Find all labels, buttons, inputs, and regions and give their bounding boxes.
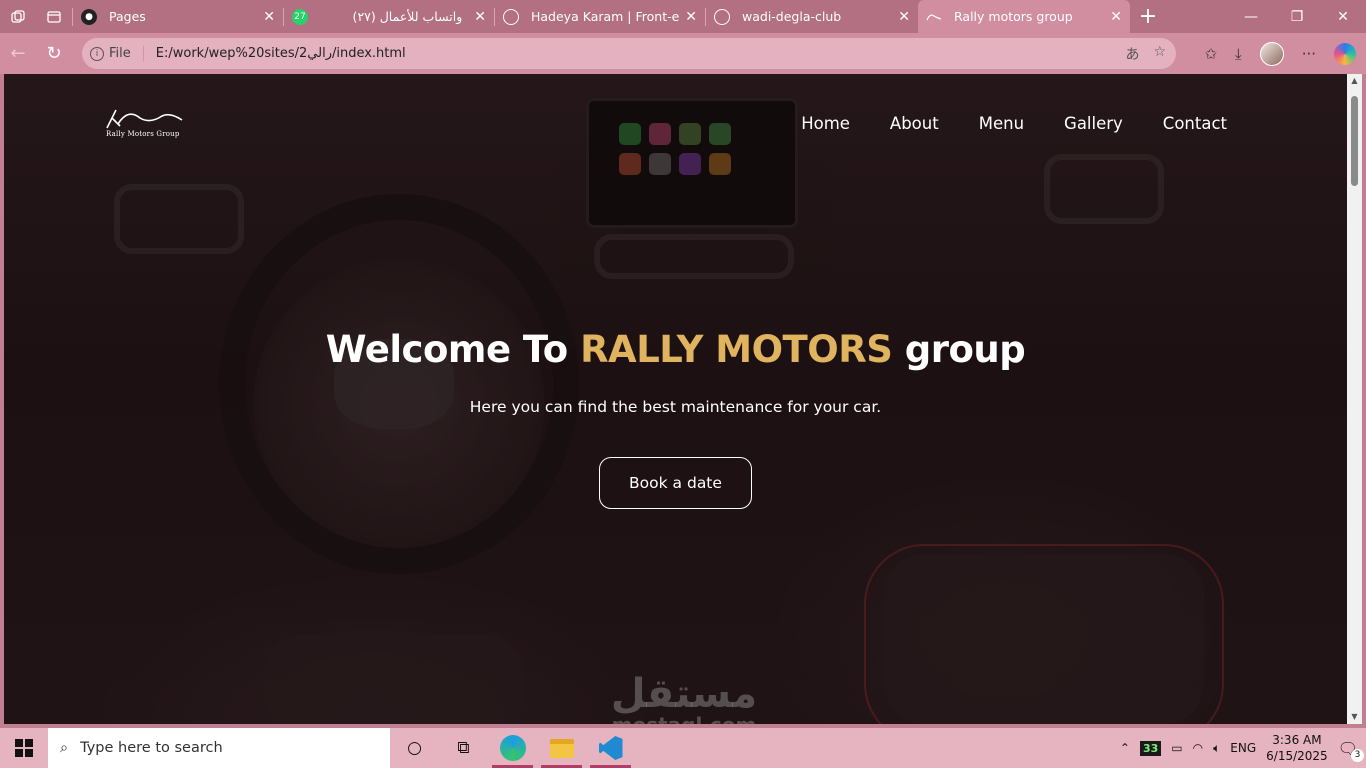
copilot-icon[interactable] bbox=[1334, 42, 1356, 65]
window-border bbox=[1362, 74, 1366, 724]
site-info-chip[interactable]: i File bbox=[90, 46, 144, 61]
volume-icon[interactable]: 🔈︎ bbox=[1213, 741, 1220, 756]
favorite-star-icon[interactable]: ☆ bbox=[1153, 44, 1166, 64]
wifi-icon[interactable]: ◠ bbox=[1193, 741, 1203, 755]
battery-icon[interactable]: ▭ bbox=[1171, 741, 1182, 755]
tab-hadeya-karam[interactable]: Hadeya Karam | Front-end D ✕ bbox=[495, 0, 705, 33]
logo-text: Rally Motors Group bbox=[106, 130, 180, 138]
clock-time: 3:36 AM bbox=[1272, 733, 1322, 747]
windows-start-icon[interactable] bbox=[0, 728, 48, 768]
tab-title: Pages bbox=[109, 9, 146, 24]
site-logo[interactable]: Rally Motors Group bbox=[104, 106, 184, 140]
close-tab-icon[interactable]: ✕ bbox=[263, 9, 275, 25]
nav-gallery[interactable]: Gallery bbox=[1064, 114, 1123, 133]
scroll-thumb[interactable] bbox=[1351, 96, 1358, 186]
scroll-up-icon[interactable]: ▲ bbox=[1347, 74, 1362, 88]
info-icon: i bbox=[90, 46, 104, 61]
hero-title: Welcome To RALLY MOTORS group bbox=[4, 328, 1347, 371]
refresh-icon[interactable]: ↻ bbox=[36, 33, 72, 74]
close-tab-icon[interactable]: ✕ bbox=[474, 9, 486, 25]
close-tab-icon[interactable]: ✕ bbox=[1110, 9, 1122, 25]
restore-icon[interactable]: ❐ bbox=[1274, 0, 1320, 33]
hero-title-end: group bbox=[892, 328, 1026, 371]
watermark-arabic: مستقل bbox=[610, 671, 758, 717]
file-explorer-icon[interactable] bbox=[537, 728, 586, 768]
tab-rally-motors-group[interactable]: Rally motors group ✕ bbox=[918, 0, 1130, 33]
github-icon: ● bbox=[81, 8, 97, 25]
vscode-icon[interactable] bbox=[586, 728, 635, 768]
browser-tab-strip: ● Pages ✕ 27 واتساب للأعمال (٢٧) ✕ Hadey… bbox=[0, 0, 1366, 33]
profile-avatar[interactable] bbox=[1259, 41, 1284, 66]
globe-icon bbox=[503, 8, 519, 25]
taskbar-search[interactable]: ⌕ Type here to search bbox=[48, 728, 390, 768]
mostaql-watermark: مستقل mostaql.com bbox=[594, 674, 774, 724]
tab-whatsapp[interactable]: 27 واتساب للأعمال (٢٧) ✕ bbox=[284, 0, 494, 33]
whatsapp-badge: 27 bbox=[294, 11, 306, 22]
tab-title: wadi-degla-club bbox=[742, 9, 842, 24]
tab-actions-icon[interactable] bbox=[36, 0, 72, 33]
task-view-icon[interactable]: ⧉ bbox=[439, 728, 488, 768]
address-bar[interactable]: i File E:/work/wep%20sites/رالي2/index.h… bbox=[82, 38, 1176, 69]
hero-title-accent: RALLY MOTORS bbox=[580, 328, 893, 371]
tab-title: واتساب للأعمال (٢٧) bbox=[352, 9, 463, 24]
scroll-down-icon[interactable]: ▼ bbox=[1347, 710, 1362, 724]
edge-taskbar-icon[interactable] bbox=[488, 728, 537, 768]
chevron-up-icon[interactable]: ⌃ bbox=[1120, 741, 1130, 755]
minimize-icon[interactable]: — bbox=[1228, 0, 1274, 33]
read-aloud-icon[interactable]: あ bbox=[1125, 44, 1139, 64]
tray-badge[interactable]: 33 bbox=[1139, 740, 1162, 756]
page-viewport: Rally Motors Group Home About Menu Galle… bbox=[4, 74, 1347, 724]
tab-wadi-degla-club[interactable]: wadi-degla-club ✕ bbox=[706, 0, 918, 33]
nav-contact[interactable]: Contact bbox=[1163, 114, 1227, 133]
browser-toolbar: ← ↻ i File E:/work/wep%20sites/رالي2/ind… bbox=[0, 33, 1366, 74]
watermark-latin: mostaql.com bbox=[594, 714, 774, 724]
notifications-icon[interactable]: 🗨︎ 3 bbox=[1338, 739, 1364, 762]
language-indicator[interactable]: ENG bbox=[1230, 741, 1256, 755]
globe-icon bbox=[714, 8, 730, 25]
nav-about[interactable]: About bbox=[890, 114, 939, 133]
workspaces-icon[interactable] bbox=[0, 0, 36, 33]
favorites-icon[interactable]: ✩ bbox=[1204, 45, 1217, 63]
more-options-icon[interactable]: ··· bbox=[1302, 45, 1316, 63]
site-nav: Home About Menu Gallery Contact bbox=[801, 114, 1227, 133]
hero-subtitle: Here you can find the best maintenance f… bbox=[469, 398, 882, 416]
scheme-label: File bbox=[109, 46, 131, 61]
close-window-icon[interactable]: ✕ bbox=[1320, 0, 1366, 33]
tab-title: Rally motors group bbox=[954, 9, 1073, 24]
nav-home[interactable]: Home bbox=[801, 114, 850, 133]
downloads-icon[interactable]: ⤓ bbox=[1235, 45, 1242, 63]
system-tray: ⌃ 33 ▭ ◠ 🔈︎ ENG 3:36 AM 6/15/2025 🗨︎ 3 bbox=[1120, 728, 1366, 768]
book-date-button[interactable]: Book a date bbox=[599, 457, 752, 509]
back-icon[interactable]: ← bbox=[0, 33, 36, 74]
page-scrollbar[interactable]: ▲ ▼ bbox=[1347, 74, 1362, 724]
close-tab-icon[interactable]: ✕ bbox=[898, 9, 910, 25]
search-icon: ⌕ bbox=[60, 740, 69, 756]
nav-menu[interactable]: Menu bbox=[979, 114, 1024, 133]
url-text: E:/work/wep%20sites/رالي2/index.html bbox=[155, 46, 406, 61]
window-controls: — ❐ ✕ bbox=[1228, 0, 1366, 33]
hero-title-start: Welcome To bbox=[325, 328, 581, 371]
rally-logo-icon bbox=[926, 9, 942, 25]
tab-pages[interactable]: ● Pages ✕ bbox=[73, 0, 283, 33]
taskbar-clock[interactable]: 3:36 AM 6/15/2025 bbox=[1266, 732, 1328, 764]
windows-taskbar: ⌕ Type here to search ○ ⧉ ⌃ 33 ▭ ◠ 🔈︎ EN… bbox=[0, 728, 1366, 768]
new-tab-icon[interactable]: + bbox=[1130, 4, 1166, 29]
search-placeholder: Type here to search bbox=[80, 740, 223, 756]
rally-logo-icon bbox=[106, 109, 183, 129]
clock-date: 6/15/2025 bbox=[1266, 749, 1328, 763]
notification-count: 3 bbox=[1351, 748, 1364, 762]
whatsapp-icon: 27 bbox=[292, 8, 308, 25]
tab-title: Hadeya Karam | Front-end D bbox=[531, 9, 680, 24]
close-tab-icon[interactable]: ✕ bbox=[685, 9, 697, 25]
cortana-icon[interactable]: ○ bbox=[390, 728, 439, 768]
